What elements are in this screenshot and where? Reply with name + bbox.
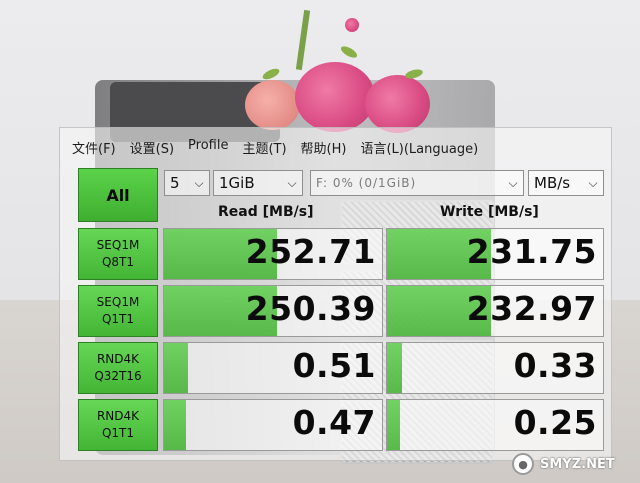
menu-theme[interactable]: 主题(T) [242,138,286,158]
menu-bar: 文件(F) 设置(S) Profile 主题(T) 帮助(H) 语言(L)(La… [72,138,492,158]
read-progress-bar [164,343,188,393]
flower [365,75,430,133]
flower [295,62,375,132]
test-params: Q1T1 [101,312,135,326]
write-result-value: 0.25 [513,403,597,442]
test-name: RND4K [96,409,140,423]
write-result-cell: 0.33 [386,342,604,394]
chevron-down-icon: ⌵ [287,175,297,190]
drive-value: F: 0% (0/1GiB) [316,176,417,190]
watermark-text: SMYZ.NET [540,456,615,472]
test-rnd4k-q1t1-button[interactable]: RND4K Q1T1 [78,399,158,451]
test-seq1m-q1t1-button[interactable]: SEQ1M Q1T1 [78,285,158,337]
read-result-value: 0.47 [292,403,376,442]
test-params: Q1T1 [101,426,135,440]
unit-select[interactable]: MB/s ⌵ [528,170,604,196]
test-size-select[interactable]: 1GiB ⌵ [213,170,303,196]
menu-help[interactable]: 帮助(H) [301,138,347,158]
test-count-value: 5 [170,174,180,192]
write-result-cell: 0.25 [386,399,604,451]
read-progress-bar [164,400,186,450]
test-name: SEQ1M [96,238,140,252]
test-params: Q8T1 [101,255,135,269]
chevron-down-icon: ⌵ [508,175,518,190]
test-rnd4k-q32t16-button[interactable]: RND4K Q32T16 [78,342,158,394]
read-result-value: 252.71 [245,232,376,271]
menu-file[interactable]: 文件(F) [72,138,116,158]
menu-language[interactable]: 语言(L)(Language) [360,138,478,158]
read-result-cell: 250.39 [163,285,383,337]
read-result-value: 0.51 [292,346,376,385]
write-column-header: Write [MB/s] [440,204,539,220]
read-result-value: 250.39 [245,289,376,328]
unit-value: MB/s [534,174,571,192]
test-name: SEQ1M [96,295,140,309]
write-result-value: 231.75 [466,232,597,271]
menu-settings[interactable]: 设置(S) [130,138,174,158]
test-params: Q32T16 [94,369,142,383]
chevron-down-icon: ⌵ [588,175,598,190]
menu-profile[interactable]: Profile [188,138,228,158]
read-column-header: Read [MB/s] [218,204,314,220]
read-result-cell: 0.51 [163,342,383,394]
write-result-cell: 231.75 [386,228,604,280]
test-count-select[interactable]: 5 ⌵ [164,170,210,196]
run-all-button[interactable]: All [78,168,158,222]
drive-select[interactable]: F: 0% (0/1GiB) ⌵ [310,170,524,196]
watermark: ● SMYZ.NET [512,453,615,475]
read-result-cell: 252.71 [163,228,383,280]
write-result-value: 232.97 [466,289,597,328]
write-progress-bar [387,400,400,450]
write-result-cell: 232.97 [386,285,604,337]
flower-bud [345,18,359,32]
chevron-down-icon: ⌵ [194,175,204,190]
site-logo-icon: ● [512,453,534,475]
test-name: RND4K [96,352,140,366]
test-size-value: 1GiB [219,174,255,192]
disk-benchmark-window: 文件(F) 设置(S) Profile 主题(T) 帮助(H) 语言(L)(La… [59,127,612,461]
test-seq1m-q8t1-button[interactable]: SEQ1M Q8T1 [78,228,158,280]
read-result-cell: 0.47 [163,399,383,451]
write-progress-bar [387,343,403,393]
write-result-value: 0.33 [513,346,597,385]
flower [245,80,300,130]
